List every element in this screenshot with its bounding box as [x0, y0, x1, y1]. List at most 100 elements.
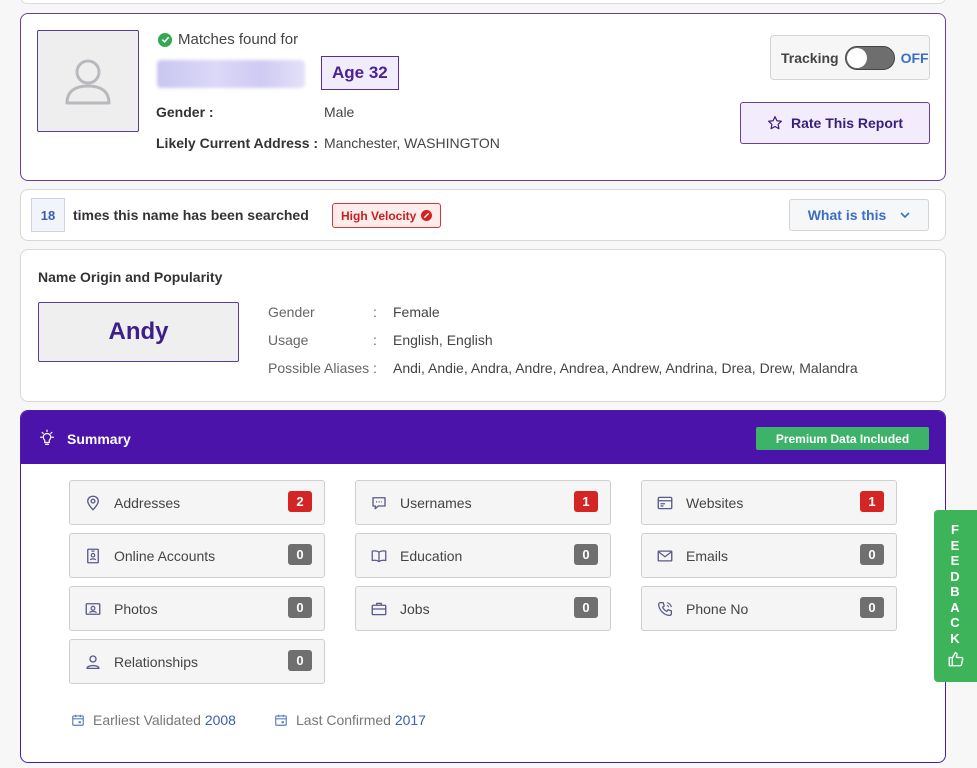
summary-tile-addresses[interactable]: Addresses 2 [69, 480, 325, 525]
tile-label: Addresses [114, 495, 181, 511]
earliest-year: 2008 [204, 712, 236, 728]
tile-count: 0 [860, 544, 884, 565]
tile-label: Emails [686, 548, 729, 564]
summary-tile-jobs[interactable]: Jobs 0 [355, 586, 611, 631]
lightbulb-icon [40, 429, 54, 445]
tracking-control: Tracking OFF [770, 35, 930, 80]
tile-count: 1 [860, 491, 884, 512]
origin-aliases-label: Possible Aliases [268, 360, 370, 376]
no-entry-icon [421, 210, 433, 221]
last-confirmed: Last Confirmed 2017 [274, 712, 426, 728]
tile-label: Education [400, 548, 463, 564]
tile-label: Photos [114, 601, 158, 617]
last-year: 2017 [394, 712, 426, 728]
earliest-label: Earliest Validated [93, 712, 201, 728]
summary-tile-emails[interactable]: Emails 0 [641, 533, 897, 578]
name-origin-card: Name Origin and Popularity Andy Gender :… [20, 249, 946, 402]
feedback-label: F E E D B A C K [948, 522, 962, 646]
briefcase-icon [371, 602, 387, 616]
feedback-letter: F [951, 522, 959, 537]
origin-usage-colon: : [373, 332, 377, 348]
origin-usage-value: English, English [393, 332, 493, 348]
feedback-tab[interactable]: F E E D B A C K [934, 510, 977, 682]
blurred-name [157, 60, 305, 88]
feedback-letter: K [950, 630, 960, 646]
tile-label: Phone No [686, 601, 749, 617]
previous-card-edge [20, 0, 946, 4]
star-icon [768, 116, 782, 130]
phone-icon [657, 601, 673, 617]
origin-gender-colon: : [373, 304, 377, 320]
tracking-toggle[interactable] [844, 45, 895, 70]
summary-tile-phone[interactable]: Phone No 0 [641, 586, 897, 631]
search-count-bar: 18 times this name has been searched Hig… [20, 189, 946, 241]
earliest-validated: Earliest Validated 2008 [71, 712, 236, 728]
rate-report-label: Rate This Report [790, 115, 903, 131]
what-is-this-button[interactable]: What is this [789, 199, 929, 231]
tile-count: 0 [574, 544, 598, 565]
summary-card: Summary Premium Data Included Addresses … [20, 410, 946, 763]
tracking-state: OFF [900, 49, 929, 66]
summary-header: Summary Premium Data Included [21, 411, 945, 464]
summary-tile-photos[interactable]: Photos 0 [69, 586, 325, 631]
gender-value: Male [324, 104, 355, 120]
profile-card: Matches found for Age 32 Gender : Male L… [20, 13, 946, 181]
high-velocity-badge: High Velocity [332, 203, 442, 228]
velocity-label: High Velocity [341, 208, 417, 223]
address-label: Likely Current Address : [156, 135, 319, 151]
tile-label: Websites [686, 495, 744, 511]
photo-icon [85, 603, 101, 615]
tile-count: 1 [574, 491, 598, 512]
person-icon [86, 655, 100, 670]
summary-title: Summary [67, 431, 131, 447]
check-circle-icon [158, 32, 172, 47]
summary-tile-relationships[interactable]: Relationships 0 [69, 639, 325, 684]
premium-data-badge: Premium Data Included [756, 427, 929, 450]
calendar-icon [275, 714, 287, 726]
origin-gender-label: Gender [268, 304, 315, 320]
chat-bubble-icon [372, 497, 386, 510]
feedback-letter: D [950, 568, 960, 584]
matches-found: Matches found for [158, 31, 298, 48]
summary-tile-usernames[interactable]: Usernames 1 [355, 480, 611, 525]
matches-label: Matches found for [178, 31, 299, 48]
open-book-icon [371, 550, 387, 563]
summary-tile-education[interactable]: Education 0 [355, 533, 611, 578]
tile-count: 0 [288, 597, 312, 618]
summary-tile-online-accounts[interactable]: Online Accounts 0 [69, 533, 325, 578]
tile-count: 0 [288, 650, 312, 671]
tile-count: 0 [288, 544, 312, 565]
feedback-letter: B [950, 584, 960, 599]
search-count-text: times this name has been searched [73, 207, 309, 223]
toggle-knob [846, 47, 867, 68]
tile-label: Usernames [400, 495, 472, 511]
avatar [37, 30, 139, 132]
chevron-down-icon [900, 211, 910, 218]
tile-count: 0 [574, 597, 598, 618]
browser-window-icon [657, 496, 673, 510]
address-value: Manchester, WASHINGTON [324, 135, 500, 151]
user-placeholder-icon [65, 59, 111, 105]
tile-count: 2 [288, 491, 312, 512]
location-pin-icon [87, 495, 99, 511]
tile-label: Jobs [400, 601, 430, 617]
age-badge: Age 32 [321, 56, 399, 90]
envelope-icon [657, 550, 673, 562]
feedback-letter: E [950, 537, 960, 553]
feedback-letter: A [950, 599, 960, 615]
summary-tile-websites[interactable]: Websites 1 [641, 480, 897, 525]
tracking-label: Tracking [781, 49, 839, 66]
calendar-icon [72, 714, 84, 726]
origin-aliases-value: Andi, Andie, Andra, Andre, Andrea, Andre… [393, 360, 858, 376]
feedback-letter: C [950, 615, 960, 630]
origin-usage-label: Usage [268, 332, 309, 348]
last-label: Last Confirmed [296, 712, 391, 728]
what-is-this-label: What is this [807, 207, 887, 223]
search-count: 18 [31, 198, 65, 232]
rate-report-button[interactable]: Rate This Report [740, 102, 930, 144]
tile-count: 0 [860, 597, 884, 618]
origin-name: Andy [38, 302, 239, 362]
tile-label: Relationships [114, 654, 199, 670]
name-origin-title: Name Origin and Popularity [38, 269, 223, 285]
origin-gender-value: Female [393, 304, 440, 320]
